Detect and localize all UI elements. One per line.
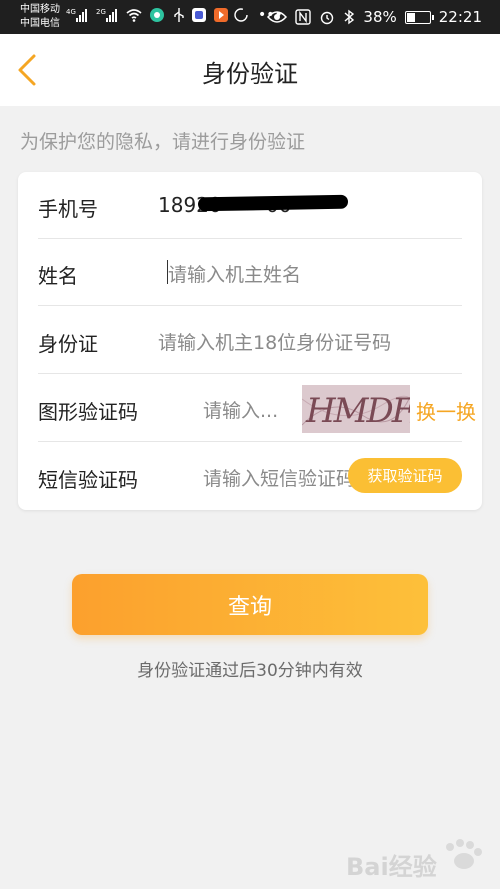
query-button[interactable]: 查询 [72, 574, 428, 635]
wifi-icon [126, 9, 142, 22]
captcha-image[interactable]: HMDF [302, 385, 410, 433]
carrier-2: 中国电信 [20, 18, 60, 29]
eye-icon [267, 11, 288, 23]
name-input[interactable]: 请输入机主姓名 [168, 260, 301, 287]
sms-input[interactable]: 请输入短信验证码 [203, 464, 363, 491]
usb-icon [174, 8, 184, 22]
nav-bar: 身份验证 [0, 34, 500, 106]
captcha-label: 图形验证码 [38, 400, 138, 424]
carrier-names: 中国移动 中国电信 [20, 3, 60, 31]
clock: 22:21 [438, 8, 482, 26]
loading-circle-icon [234, 8, 248, 22]
refresh-captcha-button[interactable]: 换一换 [416, 396, 476, 425]
page-title: 身份验证 [202, 60, 298, 88]
captcha-noise: HMDF [302, 385, 410, 433]
get-sms-code-button[interactable]: 获取验证码 [348, 458, 462, 493]
battery-fill [406, 12, 415, 22]
baidu-jingyan-watermark: Bai经验 [346, 839, 482, 881]
status-right: 38% 22:21 [267, 8, 482, 26]
id-card-input[interactable]: 请输入机主18位身份证号码 [158, 328, 391, 355]
bluetooth-icon [344, 9, 355, 25]
app-icon-orange [214, 8, 228, 22]
battery-percent: 38% [363, 8, 397, 26]
privacy-hint: 为保护您的隐私，请进行身份验证 [20, 131, 306, 153]
name-row[interactable]: 姓名 请输入机主姓名 [38, 239, 462, 306]
name-label: 姓名 [38, 264, 78, 288]
nfc-icon [295, 9, 312, 25]
redaction-mark [197, 194, 349, 212]
signal-bars-1-icon [76, 8, 87, 22]
captcha-row: 图形验证码 请输入... HMDF 换一换 [38, 375, 476, 442]
alarm-icon [321, 11, 334, 25]
watermark-text: Bai经验 [346, 853, 437, 881]
network-type-2: 2G [96, 8, 106, 16]
app-icon-blue [192, 8, 206, 22]
captcha-input[interactable]: 请输入... [203, 396, 278, 423]
battery-icon [404, 10, 434, 24]
id-card-label: 身份证 [38, 332, 98, 356]
phone-label: 手机号 [38, 197, 98, 221]
validity-note: 身份验证通过后30分钟内有效 [137, 661, 363, 681]
network-type-1: 4G [66, 8, 76, 16]
verification-form: 手机号 18920 00 姓名 请输入机主姓名 身份证 请输入机主18位身份证号… [18, 172, 482, 510]
sms-row: 短信验证码 请输入短信验证码 获取验证码 [38, 443, 462, 510]
id-card-row[interactable]: 身份证 请输入机主18位身份证号码 [38, 307, 462, 374]
status-bar: 中国移动 中国电信 4G 2G ••• 38% 22:21 [0, 0, 500, 34]
phone-row: 手机号 18920 00 [38, 172, 462, 239]
carrier-1: 中国移动 [20, 4, 60, 15]
sms-label: 短信验证码 [38, 468, 138, 492]
app-notification-icon [150, 8, 164, 22]
signal-bars-2-icon [106, 8, 117, 22]
captcha-text: HMDF [305, 391, 410, 431]
